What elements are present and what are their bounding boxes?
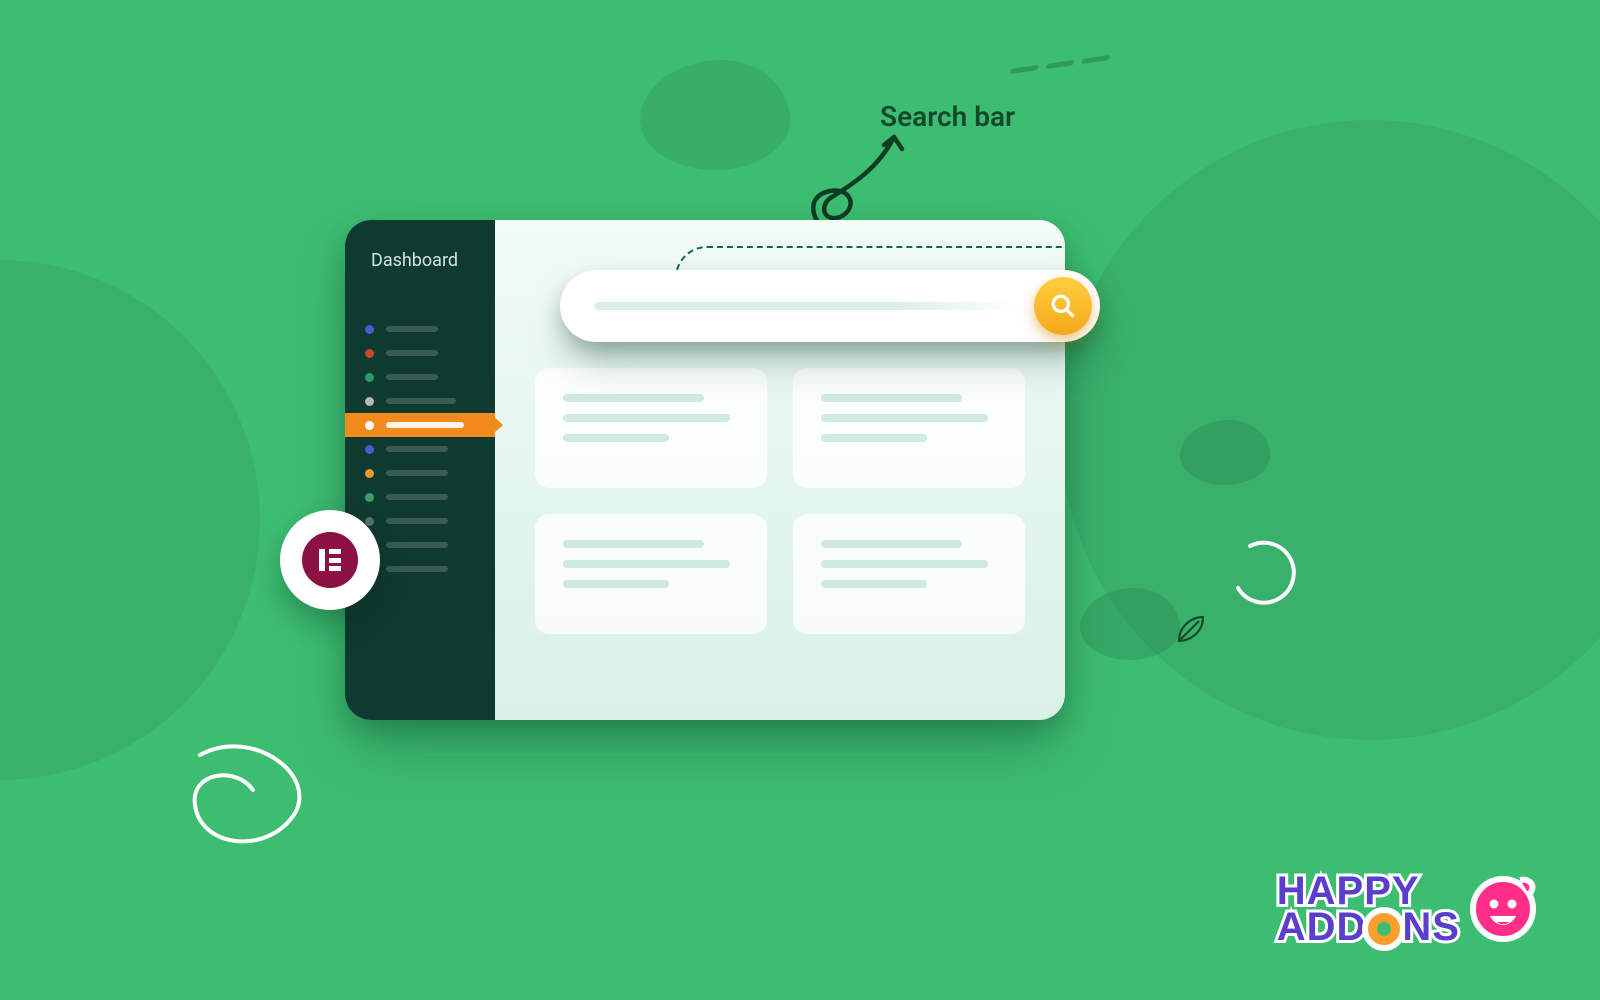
brand-o-ring-icon xyxy=(1368,913,1400,945)
brand-logo: HAPPY ADDNS xyxy=(1277,873,1540,945)
placeholder-line xyxy=(563,394,704,402)
bg-blob xyxy=(0,260,260,780)
content-card[interactable] xyxy=(793,514,1025,634)
search-icon xyxy=(1050,293,1076,319)
placeholder-line xyxy=(821,560,988,568)
menu-item-label xyxy=(386,542,448,548)
placeholder-line xyxy=(821,540,962,548)
placeholder-line xyxy=(563,434,669,442)
content-card[interactable] xyxy=(793,368,1025,488)
sidebar: Dashboard xyxy=(345,220,495,720)
menu-item-label xyxy=(386,494,448,500)
menu-item-label xyxy=(386,398,456,404)
placeholder-line xyxy=(821,394,962,402)
elementor-badge xyxy=(280,510,380,610)
sidebar-item[interactable] xyxy=(345,461,495,485)
sidebar-item[interactable] xyxy=(345,317,495,341)
placeholder-line xyxy=(821,580,927,588)
menu-item-label xyxy=(386,470,448,476)
menu-dot-icon xyxy=(365,445,374,454)
sidebar-item[interactable] xyxy=(345,437,495,461)
sidebar-item[interactable] xyxy=(345,389,495,413)
menu-dot-icon xyxy=(365,373,374,382)
bg-blob xyxy=(1080,588,1180,660)
sidebar-item[interactable] xyxy=(345,413,495,437)
menu-item-label xyxy=(386,374,438,380)
search-bar[interactable] xyxy=(560,270,1100,342)
menu-dot-icon xyxy=(365,349,374,358)
card-grid xyxy=(535,368,1025,634)
placeholder-line xyxy=(563,540,704,548)
menu-dot-icon xyxy=(365,397,374,406)
menu-dot-icon xyxy=(365,517,374,526)
decor-squiggle xyxy=(175,735,325,865)
sidebar-item[interactable] xyxy=(345,341,495,365)
menu-item-label xyxy=(386,446,448,452)
content-card[interactable] xyxy=(535,514,767,634)
decor-leaf-icon xyxy=(1175,615,1205,645)
decor-arc xyxy=(1230,540,1300,610)
sidebar-item[interactable] xyxy=(345,485,495,509)
brand-face-icon xyxy=(1466,870,1540,944)
menu-dot-icon xyxy=(365,421,374,430)
menu-item-label xyxy=(386,326,438,332)
content-card[interactable] xyxy=(535,368,767,488)
sidebar-title: Dashboard xyxy=(345,250,495,271)
menu-item-label xyxy=(386,350,438,356)
bg-blob xyxy=(1180,420,1270,485)
menu-dot-icon xyxy=(365,469,374,478)
placeholder-line xyxy=(563,414,730,422)
menu-item-label xyxy=(386,566,448,572)
elementor-icon xyxy=(319,549,341,571)
placeholder-line xyxy=(821,434,927,442)
placeholder-line xyxy=(821,414,988,422)
menu-dot-icon xyxy=(365,325,374,334)
placeholder-line xyxy=(563,560,730,568)
menu-item-label xyxy=(386,518,448,524)
menu-item-label xyxy=(386,422,464,428)
bg-blob xyxy=(640,60,790,170)
search-button[interactable] xyxy=(1034,277,1092,335)
placeholder-line xyxy=(563,580,669,588)
brand-wordmark: HAPPY ADDNS xyxy=(1277,873,1460,945)
menu-dot-icon xyxy=(365,493,374,502)
search-input[interactable] xyxy=(594,302,1020,310)
decor-dashes xyxy=(1010,55,1110,74)
sidebar-item[interactable] xyxy=(345,365,495,389)
